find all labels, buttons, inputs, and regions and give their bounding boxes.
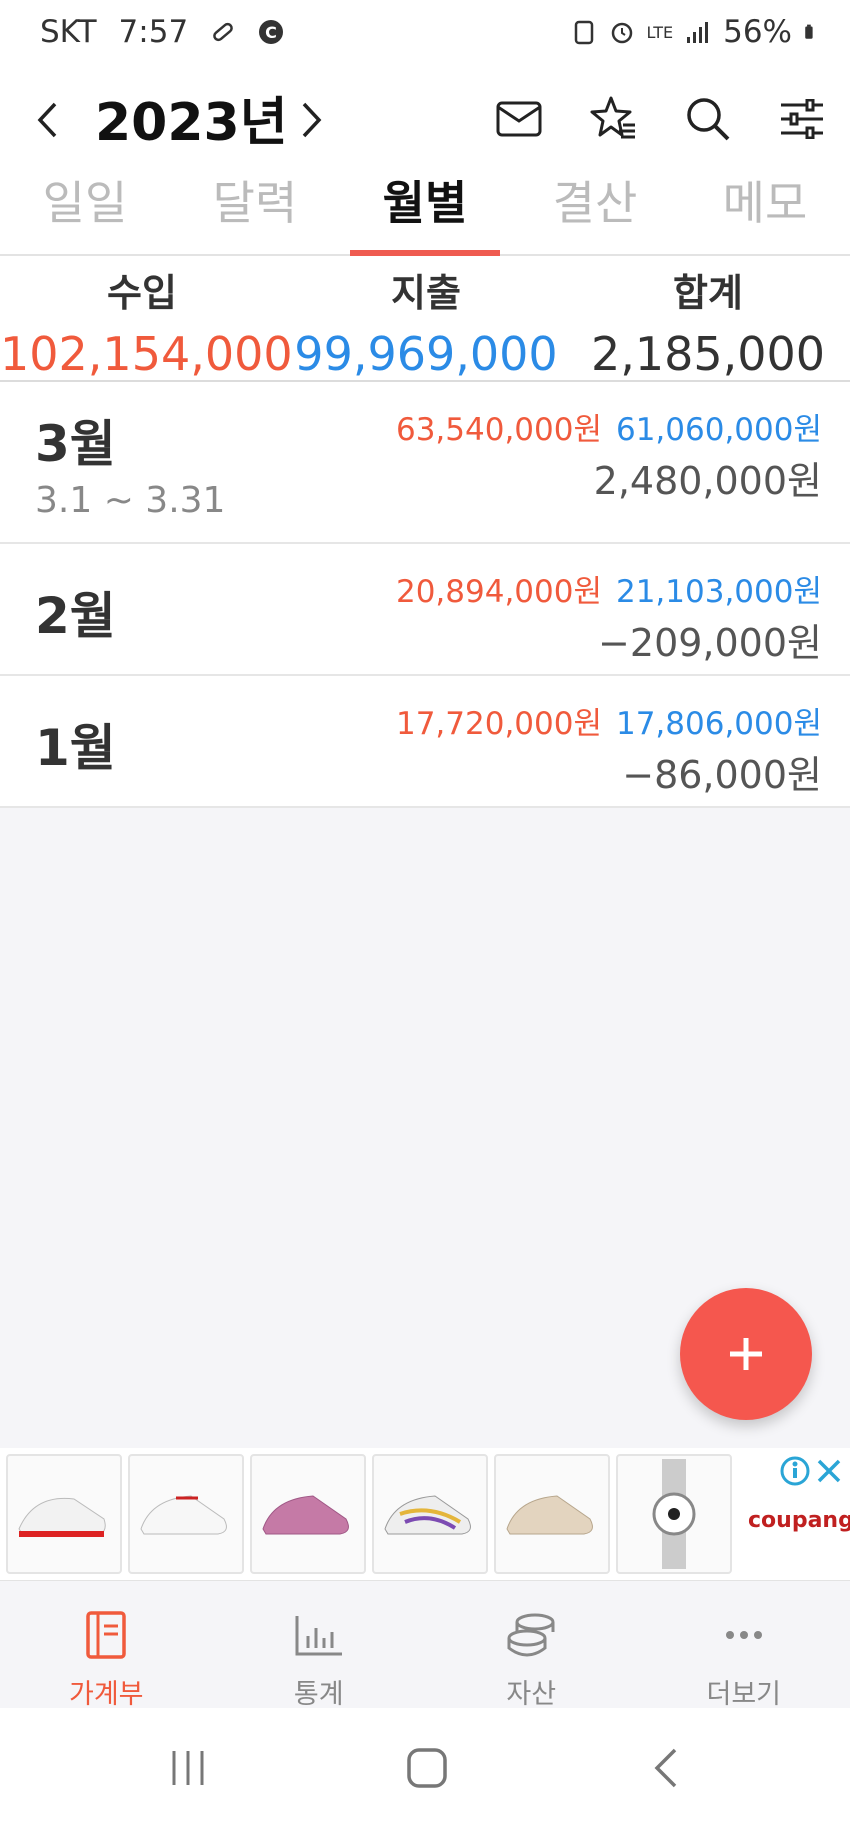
home-icon: [407, 1748, 447, 1788]
mail-icon: [496, 101, 542, 137]
nav-statistics[interactable]: 통계: [213, 1582, 426, 1710]
nav-label: 자산: [506, 1679, 557, 1710]
system-nav-bar: [0, 1708, 850, 1823]
recent-apps-button[interactable]: [158, 1743, 218, 1793]
sliders-icon: [781, 99, 823, 139]
pill-icon: [213, 22, 234, 42]
expense-label: 지출: [391, 271, 461, 315]
net-total: 2,185,000: [590, 327, 826, 381]
c-badge-icon: C: [259, 20, 284, 44]
search-button[interactable]: [673, 84, 743, 154]
prev-year-button[interactable]: [22, 90, 72, 150]
year-title: 2023년: [95, 93, 288, 153]
month-label: 2월: [35, 587, 116, 645]
carrier: SKT: [40, 14, 97, 50]
year-summary: 수입 102,154,000 지출 99,969,000 합계 2,185,00…: [0, 256, 850, 382]
tab-summary[interactable]: 결산: [510, 160, 680, 254]
month-income: 20,894,000원: [395, 574, 602, 610]
view-tabs: 일일 달력 월별 결산 메모: [0, 160, 850, 256]
battery-percent: 56%: [723, 14, 792, 50]
bottom-nav: 가계부 통계 자산 더보기: [0, 1582, 850, 1710]
back-button[interactable]: [636, 1743, 696, 1793]
search-icon: [687, 98, 730, 141]
month-expense: 17,806,000원: [615, 706, 822, 742]
back-icon: [654, 1748, 677, 1788]
nav-assets[interactable]: 자산: [425, 1582, 638, 1710]
month-row[interactable]: 1월 17,720,000원 17,806,000원 −86,000원: [0, 676, 850, 808]
info-icon[interactable]: [780, 1456, 810, 1486]
coins-icon: [507, 1613, 555, 1657]
filter-button[interactable]: [767, 84, 837, 154]
network-type: LTE: [646, 22, 674, 42]
nav-label: 가계부: [68, 1679, 144, 1710]
recent-apps-icon: [172, 1751, 204, 1785]
month-row[interactable]: 2월 20,894,000원 21,103,000원 −209,000원: [0, 544, 850, 676]
more-icon: [725, 1631, 762, 1639]
signal-icon: [687, 22, 709, 43]
month-label: 1월: [35, 719, 116, 777]
next-year-button[interactable]: [287, 90, 337, 150]
nav-label: 통계: [293, 1679, 344, 1710]
month-expense: 61,060,000원: [615, 412, 822, 448]
recycle-icon: [574, 20, 593, 45]
month-total: 2,480,000원: [593, 459, 822, 503]
chevron-left-icon: [37, 102, 57, 138]
expense-total: 99,969,000: [294, 327, 558, 381]
income-total: 102,154,000: [0, 327, 293, 381]
home-button[interactable]: [397, 1743, 457, 1793]
status-bar: SKT 7:57 C LTE 56%: [0, 0, 850, 70]
tab-calendar[interactable]: 달력: [170, 160, 340, 254]
tab-monthly[interactable]: 월별: [340, 160, 510, 256]
close-ad-icon[interactable]: [816, 1458, 842, 1484]
ad-product-image[interactable]: [616, 1454, 732, 1574]
month-label: 3월: [35, 415, 116, 473]
star-list-icon: [590, 96, 635, 139]
plus-icon: [730, 1338, 762, 1370]
ad-product-image[interactable]: [372, 1454, 488, 1574]
ad-product-image[interactable]: [250, 1454, 366, 1574]
nav-more[interactable]: 더보기: [638, 1582, 850, 1710]
favorites-button[interactable]: [578, 84, 648, 154]
ad-product-image[interactable]: [6, 1454, 122, 1574]
ad-product-image[interactable]: [494, 1454, 610, 1574]
income-label: 수입: [107, 271, 177, 315]
ad-product-image[interactable]: [128, 1454, 244, 1574]
month-total: −86,000원: [622, 753, 822, 797]
total-label: 합계: [673, 271, 743, 315]
chevron-right-icon: [302, 102, 322, 138]
month-income: 63,540,000원: [395, 412, 602, 448]
app-header: 2023년: [0, 70, 850, 170]
month-row[interactable]: 3월 3.1 ~ 3.31 63,540,000원 61,060,000원 2,…: [0, 382, 850, 544]
ad-brand-logo: coupang: [748, 1508, 850, 1533]
battery-icon: [805, 24, 813, 39]
bar-chart-icon: [295, 1616, 342, 1656]
book-icon: [86, 1611, 126, 1659]
alarm-icon: [611, 22, 632, 44]
month-range: 3.1 ~ 3.31: [35, 480, 226, 521]
svg-text:C: C: [265, 23, 277, 42]
nav-account-book[interactable]: 가계부: [0, 1582, 213, 1710]
month-expense: 21,103,000원: [615, 574, 822, 610]
tab-memo[interactable]: 메모: [680, 160, 850, 254]
tab-daily[interactable]: 일일: [0, 160, 170, 254]
ad-banner[interactable]: coupang: [0, 1448, 850, 1581]
month-income: 17,720,000원: [395, 706, 602, 742]
add-entry-button[interactable]: [680, 1288, 812, 1420]
mail-button[interactable]: [484, 84, 554, 154]
nav-label: 더보기: [706, 1679, 782, 1710]
month-total: −209,000원: [598, 621, 822, 665]
clock: 7:57: [118, 14, 189, 50]
